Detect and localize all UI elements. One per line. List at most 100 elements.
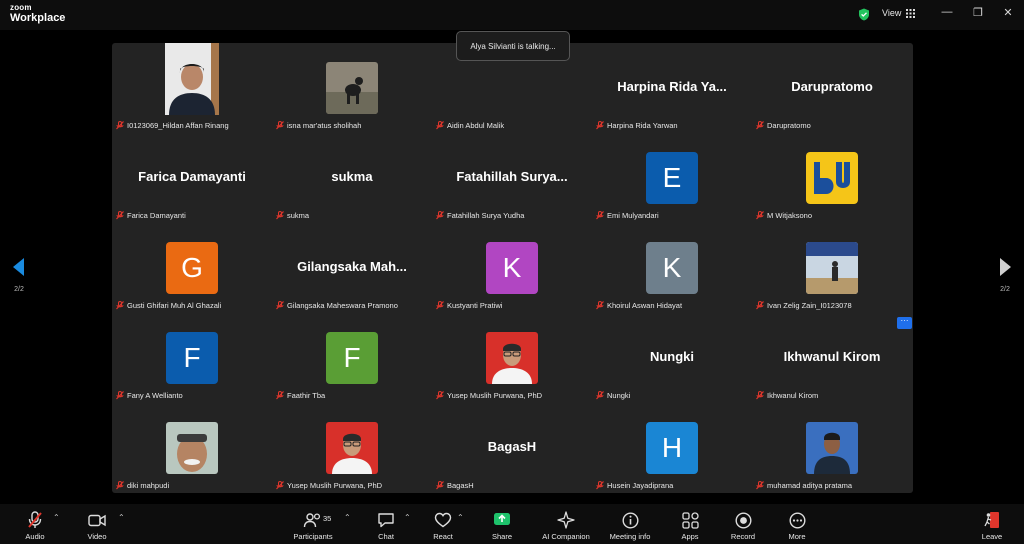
participant-name-label: Harpina Rida Yarwan — [596, 121, 678, 130]
view-button[interactable]: View — [882, 8, 916, 18]
participant-name-label: Ivan Zelig Zain_I0123078 — [756, 301, 852, 310]
chat-options-chevron[interactable]: ⌃ — [404, 513, 411, 522]
leave-button[interactable]: Leave — [964, 511, 1020, 541]
audio-options-chevron[interactable]: ⌃ — [53, 513, 60, 522]
participant-tile[interactable]: Gilangsaka Mah... Gilangsaka Maheswara Pr… — [272, 223, 432, 313]
video-button[interactable]: Video — [69, 511, 125, 541]
participant-tile[interactable]: M Witjaksono — [752, 133, 912, 223]
participant-name: Ivan Zelig Zain_I0123078 — [767, 301, 852, 310]
microphone-muted-icon — [276, 211, 284, 220]
microphone-muted-icon — [436, 211, 444, 220]
participants-count: 35 — [323, 514, 332, 523]
participant-tile[interactable]: E Emi Mulyandari — [592, 133, 752, 223]
meeting-info-button[interactable]: Meeting info — [602, 511, 658, 541]
microphone-muted-icon — [116, 481, 124, 490]
participant-name: diki mahpudi — [127, 481, 170, 490]
participants-button[interactable]: Participants — [285, 511, 341, 541]
avatar-initial: F — [343, 342, 361, 373]
participant-tile[interactable]: sukma sukma — [272, 133, 432, 223]
microphone-muted-icon — [756, 391, 764, 400]
participant-name-label: Faathir Tba — [276, 391, 325, 400]
participant-tile[interactable]: isna mar'atus sholihah — [272, 43, 432, 133]
microphone-muted-icon — [276, 391, 284, 400]
participant-avatar: K — [486, 242, 538, 294]
participant-tile[interactable]: I0123069_Hildan Affan Rinang — [112, 43, 272, 133]
participant-name-label: sukma — [276, 211, 309, 220]
microphone-muted-icon — [596, 391, 604, 400]
participant-tile[interactable]: BagasH BagasH — [432, 403, 592, 493]
more-button[interactable]: More — [769, 511, 825, 541]
close-button[interactable]: ✕ — [1001, 6, 1015, 19]
participant-tile[interactable]: Ikhwanul Kirom Ikhwanul Kirom — [752, 313, 912, 403]
participant-tile[interactable]: muhamad aditya pratama — [752, 403, 912, 493]
participant-tile[interactable]: Ivan Zelig Zain_I0123078 — [752, 223, 912, 313]
microphone-muted-icon — [756, 121, 764, 130]
participant-name: muhamad aditya pratama — [767, 481, 853, 490]
participants-icon — [303, 513, 321, 528]
participant-tile[interactable]: G Gusti Ghifari Muh Al Ghazali — [112, 223, 272, 313]
participant-name-label: Farica Damayanti — [116, 211, 186, 220]
more-options-button[interactable]: ··· — [897, 317, 912, 329]
microphone-muted-icon — [116, 211, 124, 220]
participant-tile[interactable]: Yusep Muslih Purwana, PhD — [432, 313, 592, 403]
participant-avatar: F — [326, 332, 378, 384]
participant-tile[interactable]: K Kustyanti Pratiwi — [432, 223, 592, 313]
restore-button[interactable]: ❐ — [971, 6, 985, 19]
participant-tile[interactable]: Yusep Muslih Purwana, PhD — [272, 403, 432, 493]
participant-name-label: Yusep Muslih Purwana, PhD — [276, 481, 382, 490]
video-options-chevron[interactable]: ⌃ — [118, 513, 125, 522]
arrow-left-icon — [13, 258, 24, 276]
participant-display-name: sukma — [331, 169, 373, 184]
avatar-initial: H — [661, 432, 683, 463]
title-bar: zoom Workplace View — ❐ ✕ — [0, 0, 1024, 30]
participant-name: Aidin Abdul Malik — [447, 121, 505, 130]
participant-name: Kustyanti Pratiwi — [447, 301, 503, 310]
participant-photo — [326, 62, 378, 114]
share-button[interactable]: Share — [474, 511, 530, 541]
participant-name: isna mar'atus sholihah — [287, 121, 362, 130]
participant-tile[interactable]: K Khoirul Aswan Hidayat — [592, 223, 752, 313]
participant-name-label: I0123069_Hildan Affan Rinang — [116, 121, 229, 130]
avatar-initial: K — [662, 252, 682, 283]
participant-photo — [806, 422, 858, 474]
participant-avatar: K — [646, 242, 698, 294]
participant-tile[interactable]: Darupratomo Darupratomo — [752, 43, 912, 133]
microphone-muted-icon — [596, 301, 604, 310]
participant-tile[interactable]: diki mahpudi — [112, 403, 272, 493]
react-options-chevron[interactable]: ⌃ — [457, 513, 464, 522]
avatar-initial: K — [502, 252, 522, 283]
participant-name: Harpina Rida Yarwan — [607, 121, 678, 130]
microphone-muted-icon — [596, 121, 604, 130]
apps-button[interactable]: Apps — [662, 511, 718, 541]
participant-tile[interactable]: F Fany A Wellianto — [112, 313, 272, 403]
participant-photo — [326, 422, 378, 474]
participant-tile[interactable]: Harpina Rida Ya... Harpina Rida Yarwan — [592, 43, 752, 133]
microphone-muted-icon — [596, 211, 604, 220]
participant-tile[interactable]: F Faathir Tba — [272, 313, 432, 403]
minimize-button[interactable]: — — [940, 6, 954, 18]
participant-video — [165, 43, 219, 115]
participant-name: Gilangsaka Maheswara Pramono — [287, 301, 398, 310]
record-button[interactable]: Record — [715, 511, 771, 541]
participant-name-label: BagasH — [436, 481, 474, 490]
shield-check-icon[interactable] — [858, 8, 870, 21]
participants-options-chevron[interactable]: ⌃ — [344, 513, 351, 522]
ai-companion-button[interactable]: AI Companion — [538, 511, 594, 541]
participant-avatar: F — [166, 332, 218, 384]
participant-name: Fatahillah Surya Yudha — [447, 211, 525, 220]
microphone-muted-icon — [436, 481, 444, 490]
microphone-muted-icon — [436, 301, 444, 310]
participant-name-label: Darupratomo — [756, 121, 811, 130]
participant-tile[interactable]: Nungki Nungki — [592, 313, 752, 403]
participant-display-name: Gilangsaka Mah... — [297, 259, 407, 274]
previous-page-button[interactable]: 2/2 — [8, 258, 30, 293]
microphone-muted-icon — [116, 301, 124, 310]
participant-name: BagasH — [447, 481, 474, 490]
participant-tile[interactable]: Farica Damayanti Farica Damayanti — [112, 133, 272, 223]
participant-name-label: isna mar'atus sholihah — [276, 121, 361, 130]
participant-name-label: Husein Jayadiprana — [596, 481, 673, 490]
participant-tile[interactable]: H Husein Jayadiprana — [592, 403, 752, 493]
participant-name-label: Gilangsaka Maheswara Pramono — [276, 301, 398, 310]
participant-tile[interactable]: Fatahillah Surya... Fatahillah Surya Yudh… — [432, 133, 592, 223]
next-page-button[interactable]: 2/2 — [994, 258, 1016, 293]
